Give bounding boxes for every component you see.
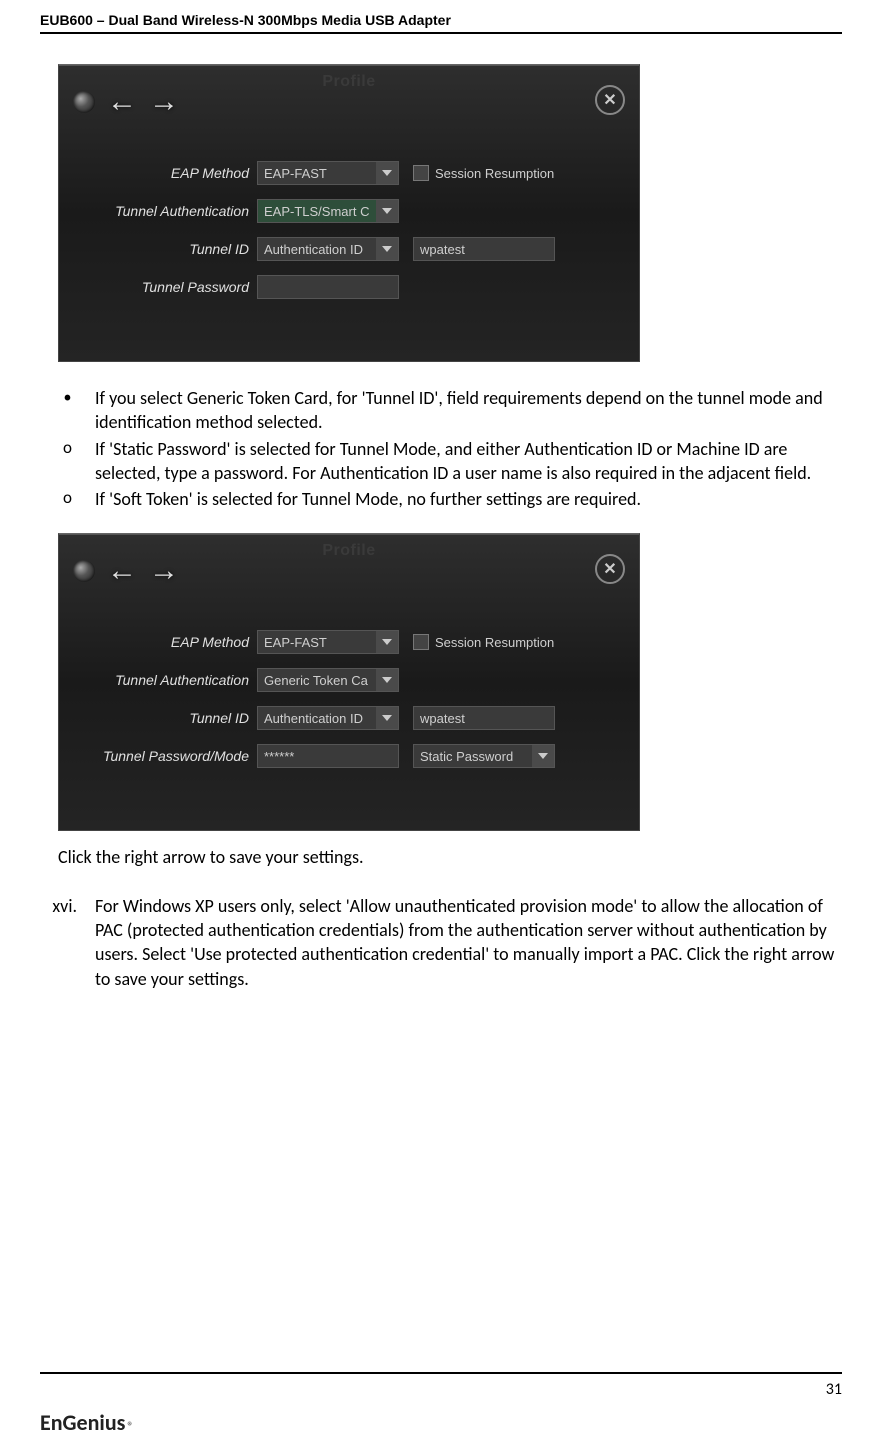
eap-method-row: EAP Method EAP-FAST Session Resumption (79, 155, 619, 191)
close-icon[interactable]: ✕ (595, 85, 625, 115)
profile-panel-2: Profile ← → ✕ EAP Method EAP-FAST Sessio… (58, 533, 640, 831)
tunnel-id-input[interactable]: wpatest (413, 237, 555, 261)
chevron-down-icon (376, 238, 398, 260)
session-resumption-checkbox[interactable]: Session Resumption (413, 165, 554, 181)
tunnel-auth-label: Tunnel Authentication (79, 203, 257, 219)
registered-icon: ® (127, 1420, 133, 1434)
session-resumption-checkbox[interactable]: Session Resumption (413, 634, 554, 650)
bullet-marker (40, 386, 95, 435)
tunnel-mode-value: Static Password (420, 749, 513, 764)
step-xvi: xvi. For Windows XP users only, select '… (40, 894, 842, 991)
chevron-down-icon (376, 200, 398, 222)
tunnel-id-label: Tunnel ID (79, 710, 257, 726)
tunnel-id-text: wpatest (420, 711, 465, 726)
tunnel-id-input[interactable]: wpatest (413, 706, 555, 730)
brand-name: EnGenius (40, 1409, 125, 1436)
sub-marker: o (40, 487, 95, 511)
footer-divider (40, 1372, 842, 1374)
tunnel-password-input[interactable] (257, 275, 399, 299)
tunnel-id-sel-value: Authentication ID (264, 711, 363, 726)
save-instruction: Click the right arrow to save your setti… (58, 845, 842, 869)
tunnel-password-mode-row: Tunnel Password/Mode ****** Static Passw… (79, 738, 619, 774)
tunnel-password-mode-input[interactable]: ****** (257, 744, 399, 768)
record-icon[interactable] (73, 560, 95, 582)
brand-logo: EnGenius® (40, 1409, 842, 1436)
sub-text-1: If 'Static Password' is selected for Tun… (95, 437, 842, 486)
eap-method-value: EAP-FAST (264, 635, 327, 650)
page-footer: 31 EnGenius® (40, 1372, 842, 1436)
chevron-down-icon (376, 707, 398, 729)
tunnel-auth-value: EAP-TLS/Smart C (264, 204, 369, 219)
session-resumption-label: Session Resumption (435, 166, 554, 181)
checkbox-icon (413, 165, 429, 181)
eap-method-select[interactable]: EAP-FAST (257, 161, 399, 185)
step-marker: xvi. (40, 894, 95, 991)
tunnel-id-row: Tunnel ID Authentication ID wpatest (79, 700, 619, 736)
profile-panel-1: Profile ← → ✕ EAP Method EAP-FAST Sessio… (58, 64, 640, 362)
tunnel-password-mode-text: ****** (264, 749, 294, 764)
forward-arrow-icon[interactable]: → (149, 556, 179, 586)
document-header: EUB600 – Dual Band Wireless-N 300Mbps Me… (40, 12, 842, 34)
chevron-down-icon (532, 745, 554, 767)
back-arrow-icon[interactable]: ← (107, 87, 137, 117)
eap-method-select[interactable]: EAP-FAST (257, 630, 399, 654)
tunnel-mode-select[interactable]: Static Password (413, 744, 555, 768)
tunnel-auth-select[interactable]: Generic Token Ca (257, 668, 399, 692)
tunnel-password-label: Tunnel Password (79, 279, 257, 295)
tunnel-password-row: Tunnel Password (79, 269, 619, 305)
chevron-down-icon (376, 669, 398, 691)
step-text: For Windows XP users only, select 'Allow… (95, 894, 842, 991)
record-icon[interactable] (73, 91, 95, 113)
tunnel-auth-select[interactable]: EAP-TLS/Smart C (257, 199, 399, 223)
page-number: 31 (40, 1380, 842, 1399)
chevron-down-icon (376, 631, 398, 653)
close-icon[interactable]: ✕ (595, 554, 625, 584)
sub-text-2: If 'Soft Token' is selected for Tunnel M… (95, 487, 842, 511)
tunnel-id-row: Tunnel ID Authentication ID wpatest (79, 231, 619, 267)
back-arrow-icon[interactable]: ← (107, 556, 137, 586)
checkbox-icon (413, 634, 429, 650)
eap-method-row: EAP Method EAP-FAST Session Resumption (79, 624, 619, 660)
tunnel-id-text: wpatest (420, 242, 465, 257)
bullet-text-1: If you select Generic Token Card, for 'T… (95, 386, 842, 435)
tunnel-auth-value: Generic Token Ca (264, 673, 368, 688)
sub-marker: o (40, 437, 95, 486)
instruction-list: If you select Generic Token Card, for 'T… (40, 386, 842, 511)
tunnel-id-label: Tunnel ID (79, 241, 257, 257)
tunnel-id-select[interactable]: Authentication ID (257, 706, 399, 730)
chevron-down-icon (376, 162, 398, 184)
tunnel-auth-label: Tunnel Authentication (79, 672, 257, 688)
tunnel-auth-row: Tunnel Authentication EAP-TLS/Smart C (79, 193, 619, 229)
tunnel-password-mode-label: Tunnel Password/Mode (79, 748, 257, 764)
tunnel-id-sel-value: Authentication ID (264, 242, 363, 257)
tunnel-auth-row: Tunnel Authentication Generic Token Ca (79, 662, 619, 698)
eap-method-label: EAP Method (79, 165, 257, 181)
tunnel-id-select[interactable]: Authentication ID (257, 237, 399, 261)
forward-arrow-icon[interactable]: → (149, 87, 179, 117)
eap-method-label: EAP Method (79, 634, 257, 650)
eap-method-value: EAP-FAST (264, 166, 327, 181)
session-resumption-label: Session Resumption (435, 635, 554, 650)
